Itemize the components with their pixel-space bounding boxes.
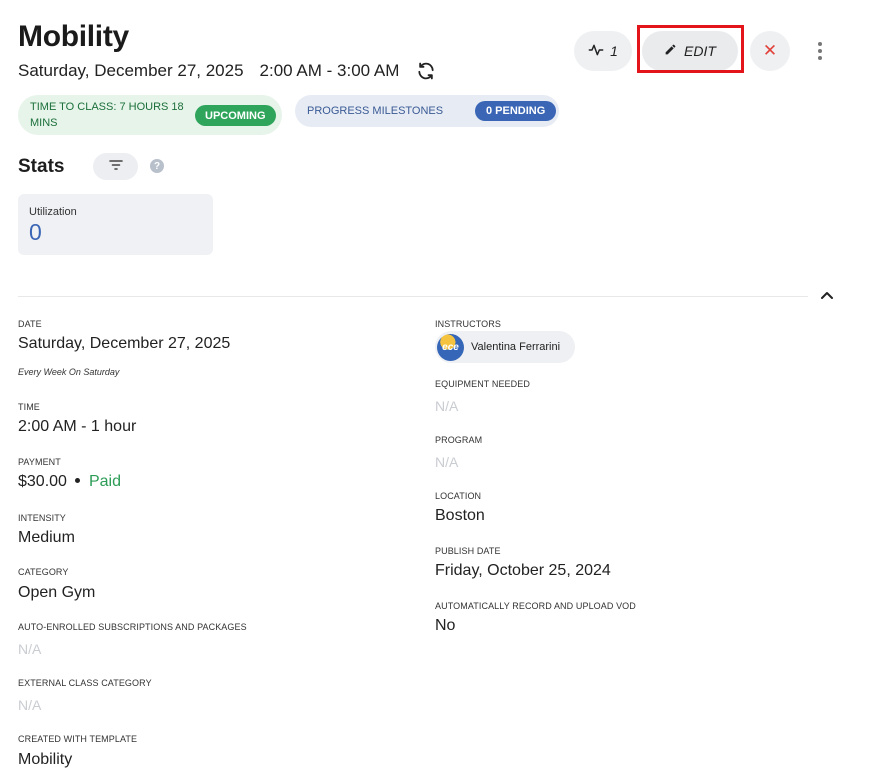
payment-amount: $30.00 (18, 473, 67, 490)
time-label: TIME (18, 402, 40, 412)
page-title: Mobility (18, 20, 129, 53)
time-value: 2:00 AM - 1 hour (18, 418, 137, 435)
activity-button[interactable]: 1 (574, 31, 632, 71)
collapse-details-button[interactable] (817, 287, 837, 303)
more-options-button[interactable] (808, 31, 832, 71)
location-value: Boston (435, 507, 485, 524)
recurrence-note: Every Week On Saturday (18, 367, 120, 377)
utilization-card: Utilization 0 (18, 194, 213, 255)
activity-icon (588, 43, 604, 60)
instructor-name: Valentina Ferrarini (471, 341, 561, 353)
more-vertical-icon (818, 42, 822, 46)
pencil-icon (664, 43, 677, 59)
external-category-value: N/A (18, 697, 42, 713)
program-value: N/A (435, 454, 459, 470)
location-label: LOCATION (435, 491, 482, 501)
section-divider (18, 296, 808, 297)
filter-icon (108, 158, 123, 176)
auto-record-label: AUTOMATICALLY RECORD AND UPLOAD VOD (435, 601, 636, 611)
category-label: CATEGORY (18, 567, 69, 577)
intensity-label: INTENSITY (18, 513, 66, 523)
sync-icon[interactable] (415, 60, 437, 82)
payment-value: $30.00 Paid (18, 473, 121, 491)
template-label: CREATED WITH TEMPLATE (18, 734, 138, 744)
chevron-up-icon (821, 286, 833, 304)
close-button[interactable]: ✕ (750, 31, 790, 71)
external-category-label: EXTERNAL CLASS CATEGORY (18, 678, 152, 688)
utilization-value: 0 (29, 219, 42, 245)
class-schedule: Saturday, December 27, 2025 2:00 AM - 3:… (18, 60, 437, 82)
program-label: PROGRAM (435, 435, 483, 445)
stats-heading: Stats (18, 156, 65, 177)
edit-label: EDIT (684, 43, 716, 59)
help-icon[interactable]: ? (150, 159, 164, 173)
edit-button[interactable]: EDIT (642, 31, 738, 71)
payment-status: Paid (88, 473, 121, 490)
date-label: DATE (18, 319, 42, 329)
instructor-chip[interactable]: ece Valentina Ferrarini (435, 331, 575, 363)
publish-date-value: Friday, October 25, 2024 (435, 562, 611, 579)
stats-filter-button[interactable] (93, 153, 138, 180)
equipment-value: N/A (435, 398, 459, 414)
date-value: Saturday, December 27, 2025 (18, 335, 231, 352)
utilization-label: Utilization (29, 206, 77, 218)
upcoming-badge: UPCOMING (195, 105, 276, 126)
category-value: Open Gym (18, 584, 96, 601)
close-icon: ✕ (762, 41, 778, 60)
template-value: Mobility (18, 751, 73, 768)
activity-count: 1 (610, 43, 618, 59)
time-to-class-pill: TIME TO CLASS: 7 HOURS 18 MINS UPCOMING (18, 95, 282, 135)
time-to-class-text: TIME TO CLASS: 7 HOURS 18 MINS (30, 101, 184, 129)
intensity-value: Medium (18, 529, 75, 546)
avatar: ece (437, 333, 464, 361)
auto-enrolled-value: N/A (18, 641, 42, 657)
auto-enrolled-label: AUTO-ENROLLED SUBSCRIPTIONS AND PACKAGES (18, 622, 247, 632)
class-time-range: 2:00 AM - 3:00 AM (259, 61, 400, 80)
class-date: Saturday, December 27, 2025 (18, 61, 244, 80)
equipment-label: EQUIPMENT NEEDED (435, 379, 530, 389)
auto-record-value: No (435, 617, 456, 634)
progress-milestones-pill[interactable]: PROGRESS MILESTONES 0 PENDING (295, 95, 559, 127)
progress-milestones-label: PROGRESS MILESTONES (307, 105, 444, 117)
publish-date-label: PUBLISH DATE (435, 546, 501, 556)
pending-badge: 0 PENDING (475, 101, 557, 121)
payment-label: PAYMENT (18, 457, 61, 467)
instructors-label: INSTRUCTORS (435, 319, 501, 329)
